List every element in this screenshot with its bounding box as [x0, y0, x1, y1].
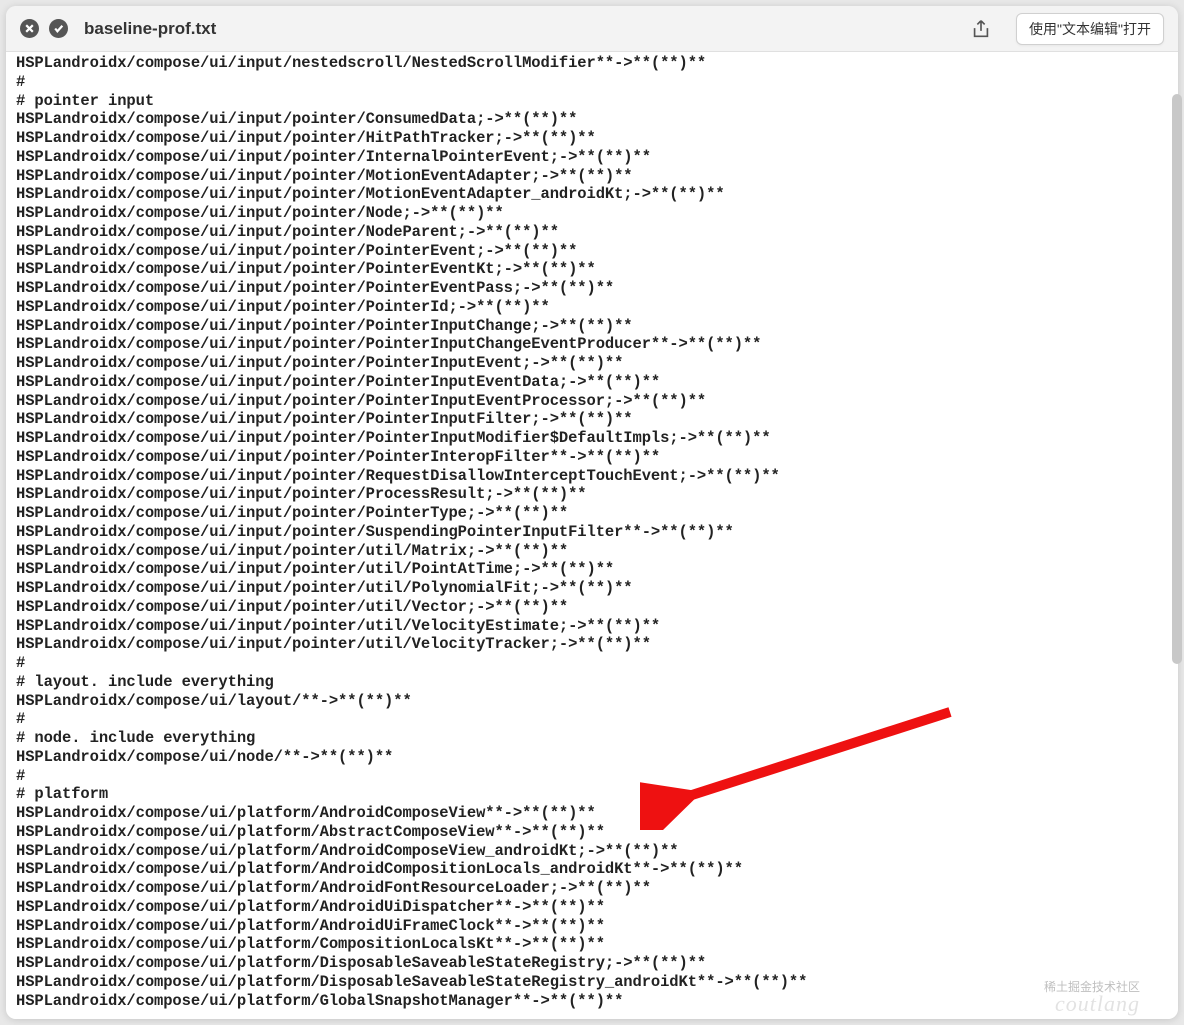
scrollbar-thumb[interactable]	[1172, 94, 1182, 664]
file-text[interactable]: HSPLandroidx/compose/ui/input/nestedscro…	[6, 52, 1178, 1019]
share-icon[interactable]	[970, 18, 992, 40]
open-with-button[interactable]: 使用"文本编辑"打开	[1016, 13, 1164, 45]
check-icon[interactable]	[49, 19, 68, 38]
close-icon[interactable]	[20, 19, 39, 38]
content-area: HSPLandroidx/compose/ui/input/nestedscro…	[6, 52, 1178, 1019]
scrollbar-track[interactable]	[1170, 48, 1184, 1017]
preview-window: baseline-prof.txt 使用"文本编辑"打开 HSPLandroid…	[6, 6, 1178, 1019]
file-title: baseline-prof.txt	[84, 19, 216, 39]
titlebar: baseline-prof.txt 使用"文本编辑"打开	[6, 6, 1178, 52]
